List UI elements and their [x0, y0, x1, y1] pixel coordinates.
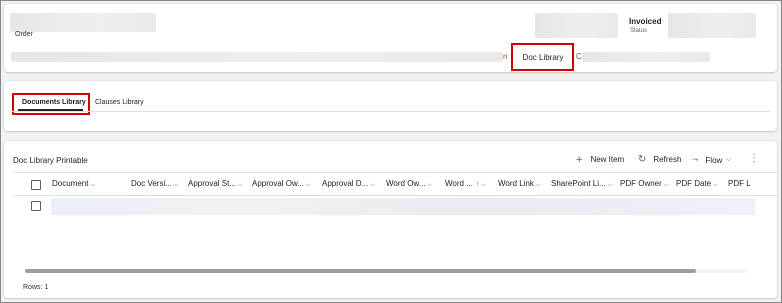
redacted-tabs-right [582, 52, 710, 62]
col-document[interactable]: Document ⌵ [52, 173, 95, 195]
select-all-checkbox[interactable] [31, 180, 41, 190]
col-approval-status[interactable]: Approval St... ⌵ [188, 173, 243, 195]
col-pdf-date[interactable]: PDF Date ⌵ [676, 173, 718, 195]
col-doc-version-label: Doc Versi... [131, 179, 172, 188]
redacted-row-content [51, 198, 755, 215]
flow-icon: ⤳ [692, 155, 699, 164]
col-word-date[interactable]: Word ... ↑ ⌵ [445, 173, 486, 195]
scrollbar-thumb[interactable] [25, 269, 696, 273]
truncated-tab-right[interactable]: C [576, 52, 582, 61]
horizontal-scrollbar[interactable] [25, 269, 746, 273]
tab-clauses-library[interactable]: Clauses Library [95, 99, 144, 106]
col-sharepoint-link[interactable]: SharePoint Li... ⌵ [551, 173, 612, 195]
col-doc-version[interactable]: Doc Versi... ⌵ [131, 173, 178, 195]
col-sharepoint-link-label: SharePoint Li... [551, 179, 606, 188]
chevron-down-icon: ⌵ [370, 182, 375, 188]
table-row[interactable] [14, 197, 777, 215]
col-word-owner[interactable]: Word Ow... ⌵ [386, 173, 432, 195]
grid-card: Doc Library Printable + New Item ↻ Refre… [4, 141, 777, 298]
col-approval-date-label: Approval D... [322, 179, 369, 188]
status-value: Invoiced [629, 17, 662, 26]
chevron-down-icon: ⌵ [713, 182, 718, 188]
col-document-label: Document [52, 179, 89, 188]
col-word-owner-label: Word Ow... [386, 179, 426, 188]
subtabs-card: Documents Library Clauses Library [4, 81, 777, 131]
header-card: Order Invoiced Status n Doc Library C [4, 4, 777, 72]
row-checkbox[interactable] [31, 201, 41, 211]
col-pdf-date-label: PDF Date [676, 179, 712, 188]
new-item-label: New Item [590, 155, 625, 164]
chevron-down-icon: ⌵ [663, 182, 669, 188]
chevron-down-icon: ⌵ [173, 182, 179, 188]
highlight-doc-library [511, 43, 574, 71]
refresh-label: Refresh [653, 155, 682, 164]
col-approval-date[interactable]: Approval D... ⌵ [322, 173, 375, 195]
chevron-down-icon: ⌵ [481, 182, 486, 188]
redacted-title [10, 13, 156, 32]
flow-button[interactable]: ⤳ Flow ⌵ [692, 155, 732, 165]
chevron-down-icon: ⌵ [90, 182, 96, 188]
refresh-icon: ↻ [638, 153, 647, 165]
redacted-tabs-left [11, 52, 503, 62]
refresh-button[interactable]: ↻ Refresh [638, 153, 682, 165]
col-approval-status-label: Approval St... [188, 179, 237, 188]
plus-icon: + [576, 153, 583, 166]
redacted-owner [668, 13, 756, 38]
col-pdf-link[interactable]: PDF L [728, 173, 751, 195]
grid-header-row: Document ⌵ Doc Versi... ⌵ Approval St... ⌵ … [14, 172, 777, 196]
flow-label: Flow [705, 155, 723, 165]
entity-type-label: Order [15, 31, 33, 38]
col-approval-owner[interactable]: Approval Ow... ⌵ [252, 173, 311, 195]
chevron-down-icon: ⌵ [238, 182, 243, 188]
chevron-down-icon: ⌵ [726, 156, 732, 163]
col-pdf-owner[interactable]: PDF Owner ⌵ [620, 173, 668, 195]
chevron-down-icon: ⌵ [306, 182, 311, 188]
col-word-link[interactable]: Word Link ⌵ [498, 173, 540, 195]
sort-up-icon: ↑ [475, 181, 480, 188]
rows-count: Rows: 1 [23, 284, 49, 291]
truncated-tab-left[interactable]: n [503, 52, 507, 61]
col-word-date-label: Word ... [445, 179, 473, 188]
status-label: Status [630, 28, 648, 34]
col-pdf-link-label: PDF L [728, 179, 751, 188]
col-approval-owner-label: Approval Ow... [252, 179, 305, 188]
grid-title: Doc Library Printable [13, 156, 88, 165]
new-item-button[interactable]: + New Item [576, 153, 625, 166]
chevron-down-icon: ⌵ [427, 182, 432, 188]
col-pdf-owner-label: PDF Owner [620, 179, 662, 188]
redacted-field [535, 13, 618, 38]
col-word-link-label: Word Link [498, 179, 534, 188]
chevron-down-icon: ⌵ [535, 182, 541, 188]
chevron-down-icon: ⌵ [607, 182, 613, 188]
tabs-divider [12, 111, 770, 112]
more-icon[interactable]: ⋮ [749, 153, 759, 164]
